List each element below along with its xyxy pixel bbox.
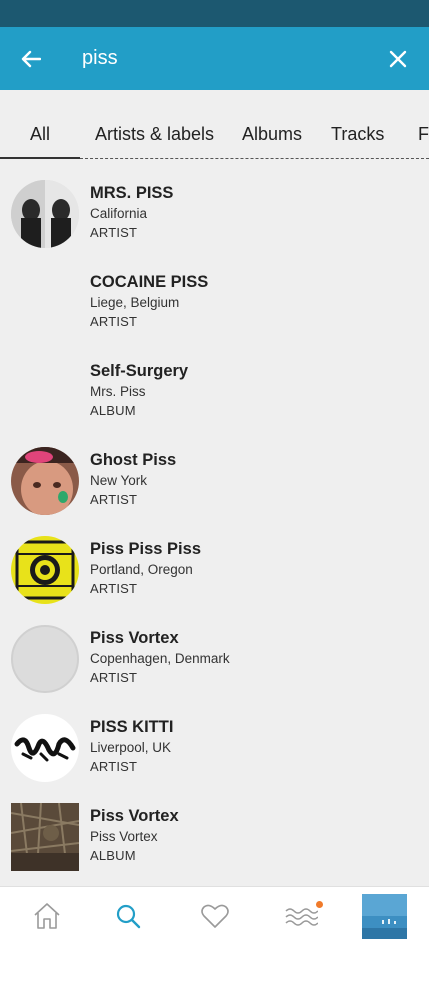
avatar — [11, 180, 79, 248]
result-type: ARTIST — [90, 225, 138, 240]
avatar — [11, 447, 79, 515]
tabs-divider — [80, 158, 429, 159]
list-item[interactable]: Piss Piss Piss Portland, Oregon ARTIST — [0, 530, 429, 619]
result-type: ARTIST — [90, 492, 138, 507]
status-bar — [0, 0, 429, 27]
result-title: Piss Piss Piss — [90, 540, 201, 558]
nav-collection[interactable] — [198, 899, 232, 933]
back-button[interactable] — [16, 44, 46, 74]
result-title: Self-Surgery — [90, 362, 189, 380]
heart-icon — [201, 904, 229, 928]
list-item[interactable]: COCAINE PISS Liege, Belgium ARTIST — [0, 263, 429, 352]
tab-fans[interactable]: Fans — [418, 90, 429, 160]
search-input[interactable]: piss — [82, 27, 118, 90]
search-header: piss — [0, 27, 429, 90]
result-title: MRS. PISS — [90, 184, 174, 202]
avatar-placeholder — [11, 625, 79, 693]
result-type: ARTIST — [90, 314, 138, 329]
now-playing-thumb[interactable] — [362, 894, 407, 939]
result-subtitle: California — [90, 206, 148, 221]
home-icon — [34, 903, 60, 929]
list-item[interactable]: PISS KITTI Liverpool, UK ARTIST — [0, 708, 429, 797]
list-item[interactable]: MRS. PISS California ARTIST — [0, 174, 429, 263]
filter-tabs: All Artists & labels Albums Tracks Fans — [0, 90, 429, 160]
tab-albums[interactable]: Albums — [242, 90, 302, 160]
list-item[interactable]: Piss Vortex Piss Vortex ALBUM — [0, 797, 429, 886]
result-subtitle: Liverpool, UK — [90, 740, 172, 755]
tab-artists-labels[interactable]: Artists & labels — [95, 90, 214, 160]
arrow-left-icon — [21, 50, 41, 68]
search-results-area: All Artists & labels Albums Tracks Fans … — [0, 90, 429, 886]
notification-dot — [316, 901, 323, 908]
list-item[interactable]: Self-Surgery Mrs. Piss ALBUM — [0, 352, 429, 441]
tab-tracks[interactable]: Tracks — [331, 90, 384, 160]
bottom-nav — [0, 886, 429, 946]
avatar — [11, 714, 79, 782]
search-icon — [116, 904, 141, 929]
result-subtitle: Portland, Oregon — [90, 562, 193, 577]
list-item[interactable]: Ghost Piss New York ARTIST — [0, 441, 429, 530]
result-title: COCAINE PISS — [90, 273, 209, 291]
nav-home[interactable] — [30, 899, 64, 933]
album-cover — [10, 802, 80, 872]
result-type: ARTIST — [90, 759, 138, 774]
result-subtitle: New York — [90, 473, 148, 488]
result-title: Piss Vortex — [90, 629, 179, 647]
result-subtitle: Liege, Belgium — [90, 295, 180, 310]
result-title: Ghost Piss — [90, 451, 177, 469]
result-title: PISS KITTI — [90, 718, 174, 736]
result-type: ARTIST — [90, 581, 138, 596]
avatar — [11, 536, 79, 604]
close-icon — [389, 50, 407, 68]
result-title: Piss Vortex — [90, 807, 179, 825]
result-subtitle: Mrs. Piss — [90, 384, 146, 399]
feed-waves-icon — [285, 908, 318, 926]
nav-feed[interactable] — [284, 899, 318, 933]
clear-search-button[interactable] — [383, 44, 413, 74]
result-subtitle: Piss Vortex — [90, 829, 158, 844]
list-item[interactable]: Piss Vortex Copenhagen, Denmark ARTIST — [0, 619, 429, 708]
tab-all[interactable]: All — [30, 90, 50, 160]
active-tab-indicator — [0, 157, 80, 159]
result-type: ALBUM — [90, 403, 136, 418]
result-subtitle: Copenhagen, Denmark — [90, 651, 230, 666]
result-type: ALBUM — [90, 848, 136, 863]
result-type: ARTIST — [90, 670, 138, 685]
nav-search[interactable] — [111, 899, 145, 933]
